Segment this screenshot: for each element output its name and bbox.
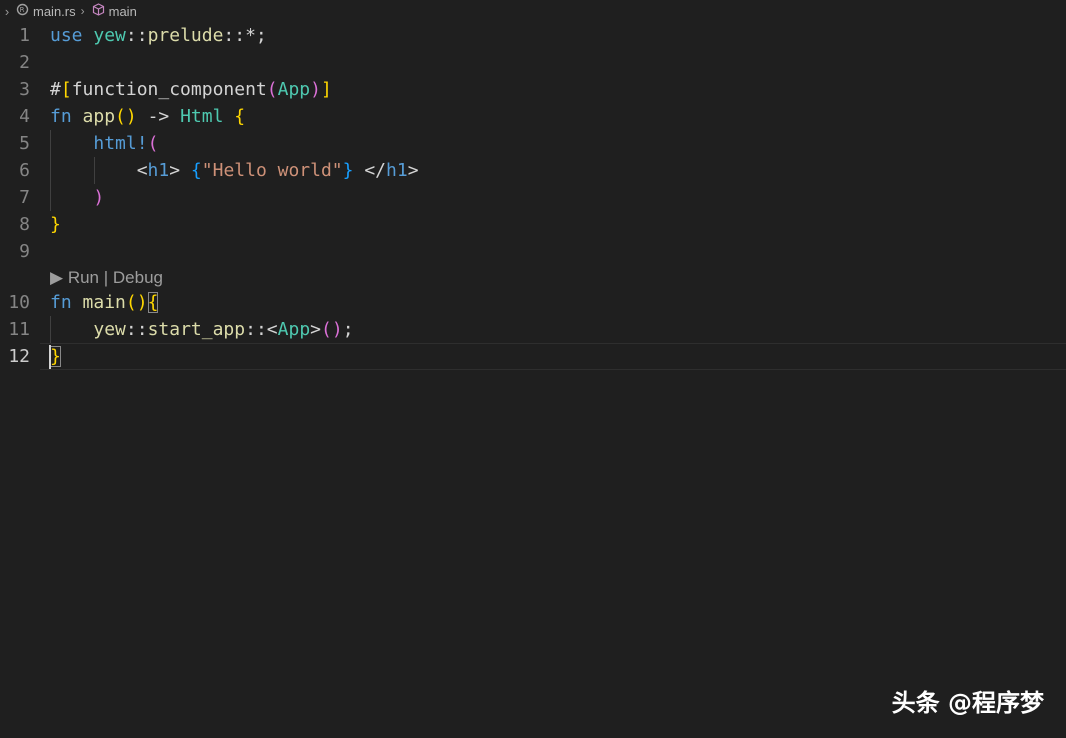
- token: html: [93, 133, 137, 154]
- token: <: [266, 319, 278, 340]
- token: h1: [386, 160, 408, 181]
- code-line[interactable]: 8 }: [0, 211, 1066, 238]
- token: ]: [320, 79, 332, 100]
- line-number: 4: [19, 106, 30, 127]
- token: "Hello world": [201, 160, 343, 181]
- token: App: [277, 79, 311, 100]
- chevron-right-icon: ›: [80, 4, 85, 18]
- token: >: [407, 160, 419, 181]
- run-link[interactable]: Run: [68, 268, 99, 287]
- code-line[interactable]: 3 #[function_component(App)]: [0, 76, 1066, 103]
- token: use: [50, 25, 83, 46]
- token: App: [277, 319, 311, 340]
- token: ::: [245, 319, 267, 340]
- chevron-right-icon[interactable]: ›: [2, 4, 12, 19]
- code-line[interactable]: 10 fn main(){: [0, 289, 1066, 316]
- line-number: 3: [19, 79, 30, 100]
- token: !: [136, 133, 148, 154]
- code-text: use yew::prelude::*;: [50, 22, 267, 49]
- line-number: 6: [19, 160, 30, 181]
- token: (: [266, 79, 278, 100]
- svg-text:R: R: [20, 6, 25, 14]
- code-text: #[function_component(App)]: [50, 76, 332, 103]
- token: ::: [125, 319, 148, 340]
- code-text: <h1> {"Hello world"} </h1>: [50, 157, 419, 184]
- code-line[interactable]: 6 <h1> {"Hello world"} </h1>: [0, 157, 1066, 184]
- line-number: 10: [8, 292, 30, 313]
- line-number: 2: [19, 52, 30, 73]
- token: start_app: [147, 319, 246, 340]
- breadcrumb: › R main.rs › main: [0, 0, 1066, 22]
- token: }: [342, 160, 354, 181]
- breadcrumb-symbol[interactable]: main: [109, 4, 137, 19]
- code-text: fn app() -> Html {: [50, 103, 245, 130]
- codelens: ▶ Run | Debug: [0, 264, 1066, 291]
- token: (): [115, 106, 137, 127]
- token: app: [82, 106, 116, 127]
- token: {: [234, 106, 246, 127]
- token: [: [60, 79, 72, 100]
- token: Html: [180, 106, 224, 127]
- token: main: [82, 292, 126, 313]
- cube-symbol-icon: [92, 3, 105, 19]
- line-number: 8: [19, 214, 30, 235]
- code-text: yew::start_app::<App>();: [50, 316, 354, 343]
- codelens-text: ▶ Run | Debug: [50, 264, 163, 291]
- line-number: 11: [8, 319, 30, 340]
- code-text: }: [50, 211, 61, 238]
- token: }: [50, 346, 61, 367]
- line-number: 5: [19, 133, 30, 154]
- token: </: [364, 160, 387, 181]
- code-line[interactable]: 12 }: [0, 343, 1066, 370]
- codelens-separator: |: [103, 268, 109, 287]
- code-text: ): [50, 184, 104, 211]
- line-number: 12: [8, 346, 30, 367]
- line-number: 7: [19, 187, 30, 208]
- token: ): [310, 79, 321, 100]
- token: (): [125, 292, 148, 313]
- rust-file-icon: R: [16, 3, 29, 19]
- token: function_component: [71, 79, 267, 100]
- token: >: [310, 319, 321, 340]
- token: >: [169, 160, 181, 181]
- debug-link[interactable]: Debug: [113, 268, 163, 287]
- token: ::: [125, 25, 148, 46]
- token: {: [190, 160, 202, 181]
- breadcrumb-file[interactable]: main.rs: [33, 4, 76, 19]
- code-line[interactable]: 11 yew::start_app::<App>();: [0, 316, 1066, 343]
- run-icon[interactable]: ▶: [50, 268, 63, 287]
- code-text: fn main(){: [50, 289, 159, 316]
- token: fn: [50, 292, 72, 313]
- code-text: html!(: [50, 130, 158, 157]
- code-line[interactable]: 1 use yew::prelude::*;: [0, 22, 1066, 49]
- code-line[interactable]: 9: [0, 238, 1066, 265]
- token: fn: [50, 106, 72, 127]
- token: h1: [147, 160, 170, 181]
- token: yew: [93, 319, 126, 340]
- line-number: 1: [19, 25, 30, 46]
- token: ): [93, 187, 105, 208]
- token: prelude: [147, 25, 224, 46]
- text-cursor: [49, 345, 51, 369]
- token: yew: [93, 25, 126, 46]
- token: <: [136, 160, 148, 181]
- token: ->: [136, 106, 181, 127]
- token: (): [321, 319, 343, 340]
- code-line[interactable]: 5 html!(: [0, 130, 1066, 157]
- token: }: [50, 214, 61, 235]
- line-number: 9: [19, 241, 30, 262]
- token: ::*;: [223, 25, 267, 46]
- token: (: [147, 133, 159, 154]
- token: {: [147, 292, 159, 313]
- code-text: }: [50, 343, 61, 370]
- token: ;: [342, 319, 354, 340]
- code-line[interactable]: 7 ): [0, 184, 1066, 211]
- code-line[interactable]: 4 fn app() -> Html {: [0, 103, 1066, 130]
- token: #: [50, 79, 61, 100]
- watermark: 头条 @程序梦: [891, 689, 1044, 717]
- code-line[interactable]: 2: [0, 49, 1066, 76]
